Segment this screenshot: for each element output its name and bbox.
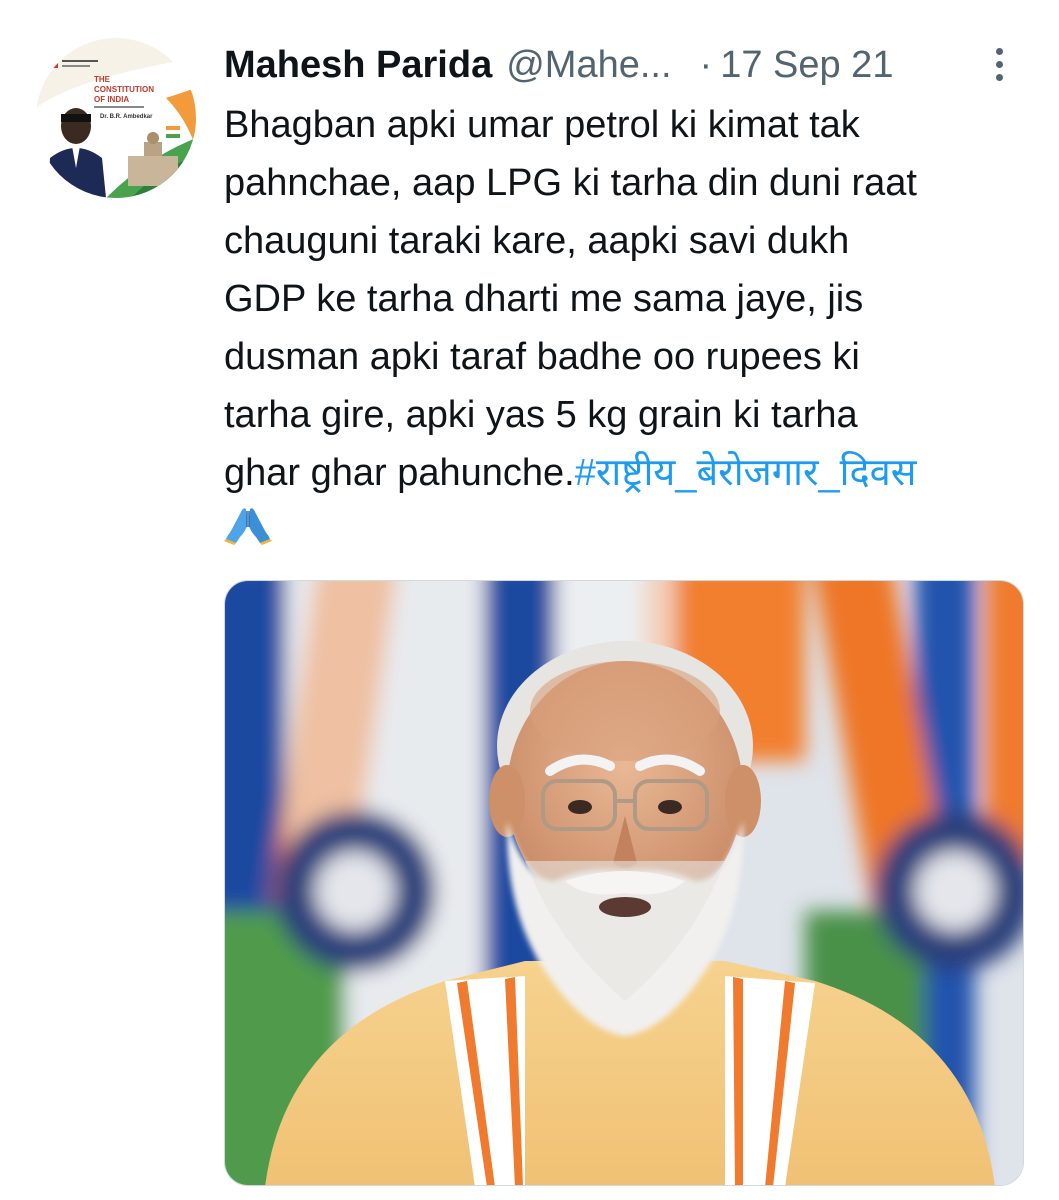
avatar-image: THE CONSTITUTION OF INDIA Dr. B.R. Ambed…: [36, 38, 196, 198]
header-separator: ·: [699, 43, 713, 86]
portrait-photo: [225, 581, 1023, 1185]
more-options-button[interactable]: [984, 42, 1014, 86]
author-display-name[interactable]: Mahesh Parida: [224, 44, 492, 87]
book-title-line1: THE: [94, 75, 111, 84]
tweet-header: Mahesh Parida @Mahe... · 17 Sep 21: [224, 38, 1024, 92]
more-dot-icon: [995, 73, 1003, 81]
book-title-line2: CONSTITUTION: [94, 85, 154, 94]
tweet-date[interactable]: 17 Sep 21: [720, 44, 893, 87]
hashtag-link[interactable]: #राष्ट्रीय_बेरोजगार_दिवस: [575, 452, 917, 494]
tweet-media-image[interactable]: [224, 580, 1024, 1186]
more-dot-icon: [995, 47, 1003, 55]
author-handle[interactable]: @Mahe...: [506, 44, 671, 87]
book-author: Dr. B.R. Ambedkar: [100, 114, 153, 120]
tweet-text-body: Bhagban apki umar petrol ki kimat tak pa…: [224, 104, 917, 494]
tweet-text: Bhagban apki umar petrol ki kimat tak pa…: [224, 96, 1034, 562]
more-dot-icon: [995, 60, 1003, 68]
tweet-card[interactable]: THE CONSTITUTION OF INDIA Dr. B.R. Ambed…: [0, 0, 1059, 1200]
book-title-line3: OF INDIA: [94, 95, 129, 104]
folded-hands-emoji: [224, 504, 272, 562]
avatar[interactable]: THE CONSTITUTION OF INDIA Dr. B.R. Ambed…: [36, 38, 196, 198]
